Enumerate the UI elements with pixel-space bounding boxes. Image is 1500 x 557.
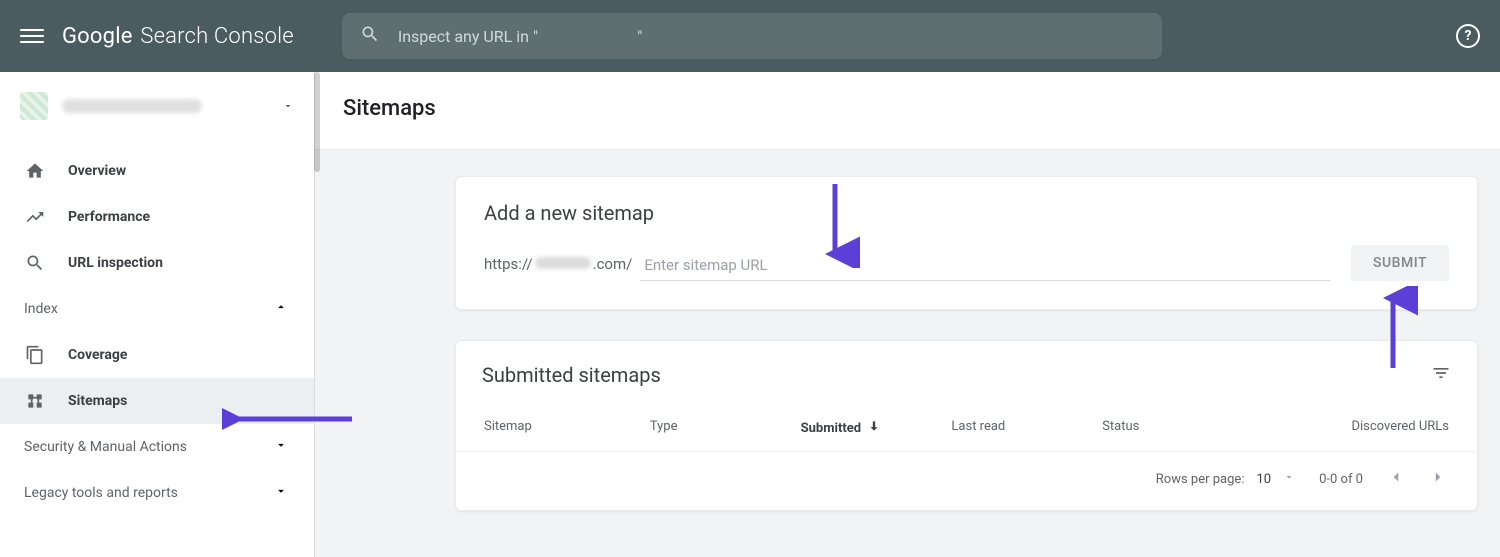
page-title: Sitemaps: [315, 72, 1500, 150]
url-search-box[interactable]: [342, 13, 1162, 59]
logo-product: Search Console: [140, 24, 294, 49]
sidebar: Overview Performance URL inspection Inde…: [0, 72, 315, 557]
menu-icon[interactable]: [20, 24, 44, 48]
sidebar-item-performance[interactable]: Performance: [0, 194, 314, 240]
sidebar-section-label: Legacy tools and reports: [24, 485, 178, 501]
chevron-down-icon: [274, 484, 288, 502]
col-submitted[interactable]: Submitted: [801, 419, 952, 437]
sidebar-item-url-inspection[interactable]: URL inspection: [0, 240, 314, 286]
trend-icon: [24, 206, 46, 228]
chevron-down-icon[interactable]: [1283, 471, 1295, 487]
sidebar-section-legacy[interactable]: Legacy tools and reports: [0, 470, 314, 516]
sidebar-item-label: URL inspection: [68, 255, 163, 271]
col-type[interactable]: Type: [650, 419, 801, 437]
search-icon: [360, 24, 380, 48]
submitted-sitemaps-card: Submitted sitemaps Sitemap Type Submitte…: [455, 340, 1478, 511]
property-name-redacted: [62, 99, 202, 113]
sidebar-item-label: Overview: [68, 163, 126, 179]
sort-desc-icon: [867, 419, 881, 437]
domain-redacted: [535, 257, 591, 269]
submitted-sitemaps-heading: Submitted sitemaps: [482, 363, 661, 387]
url-search-input[interactable]: [398, 27, 1144, 46]
add-sitemap-card: Add a new sitemap https:// .com/ SUBMIT: [455, 176, 1478, 310]
add-sitemap-heading: Add a new sitemap: [456, 177, 1477, 245]
sidebar-item-label: Performance: [68, 209, 150, 225]
logo-google: Google: [62, 24, 133, 49]
pager-next-icon[interactable]: [1429, 468, 1447, 490]
sidebar-item-sitemaps[interactable]: Sitemaps: [0, 378, 314, 424]
col-sitemap[interactable]: Sitemap: [484, 419, 650, 437]
sidebar-item-overview[interactable]: Overview: [0, 148, 314, 194]
sidebar-item-label: Coverage: [68, 347, 127, 363]
sidebar-section-label: Security & Manual Actions: [24, 439, 187, 455]
pager-prev-icon[interactable]: [1387, 468, 1405, 490]
sitemaps-table-header: Sitemap Type Submitted Last read Status …: [456, 395, 1477, 451]
app-header: Google Search Console ?: [0, 0, 1500, 72]
app-logo: Google Search Console: [62, 24, 294, 49]
sidebar-section-security[interactable]: Security & Manual Actions: [0, 424, 314, 470]
rows-per-page-label: Rows per page:: [1156, 472, 1245, 487]
help-icon[interactable]: ?: [1456, 24, 1480, 48]
search-icon: [24, 252, 46, 274]
sidebar-item-coverage[interactable]: Coverage: [0, 332, 314, 378]
sidebar-section-label: Index: [24, 301, 58, 317]
main-content: Sitemaps Add a new sitemap https:// .com…: [315, 72, 1500, 557]
sidebar-nav: Overview Performance URL inspection Inde…: [0, 140, 314, 516]
col-discovered[interactable]: Discovered URLs: [1253, 419, 1449, 437]
col-status[interactable]: Status: [1102, 419, 1253, 437]
sitemap-icon: [24, 390, 46, 412]
sitemap-url-prefix: https:// .com/: [484, 255, 632, 281]
pages-icon: [24, 344, 46, 366]
col-last-read[interactable]: Last read: [951, 419, 1102, 437]
chevron-up-icon: [274, 300, 288, 318]
chevron-down-icon: [282, 97, 294, 116]
submit-button[interactable]: SUBMIT: [1351, 245, 1449, 281]
pager-range: 0-0 of 0: [1319, 472, 1363, 487]
property-selector[interactable]: [0, 72, 314, 140]
home-icon: [24, 160, 46, 182]
filter-icon[interactable]: [1431, 363, 1451, 387]
sitemap-url-input[interactable]: [640, 250, 1331, 281]
rows-per-page-value[interactable]: 10: [1256, 472, 1271, 487]
chevron-down-icon: [274, 438, 288, 456]
sidebar-item-label: Sitemaps: [68, 393, 127, 409]
sidebar-section-index[interactable]: Index: [0, 286, 314, 332]
property-thumbnail: [20, 92, 48, 120]
table-pager: Rows per page: 10 0-0 of 0: [456, 451, 1477, 510]
